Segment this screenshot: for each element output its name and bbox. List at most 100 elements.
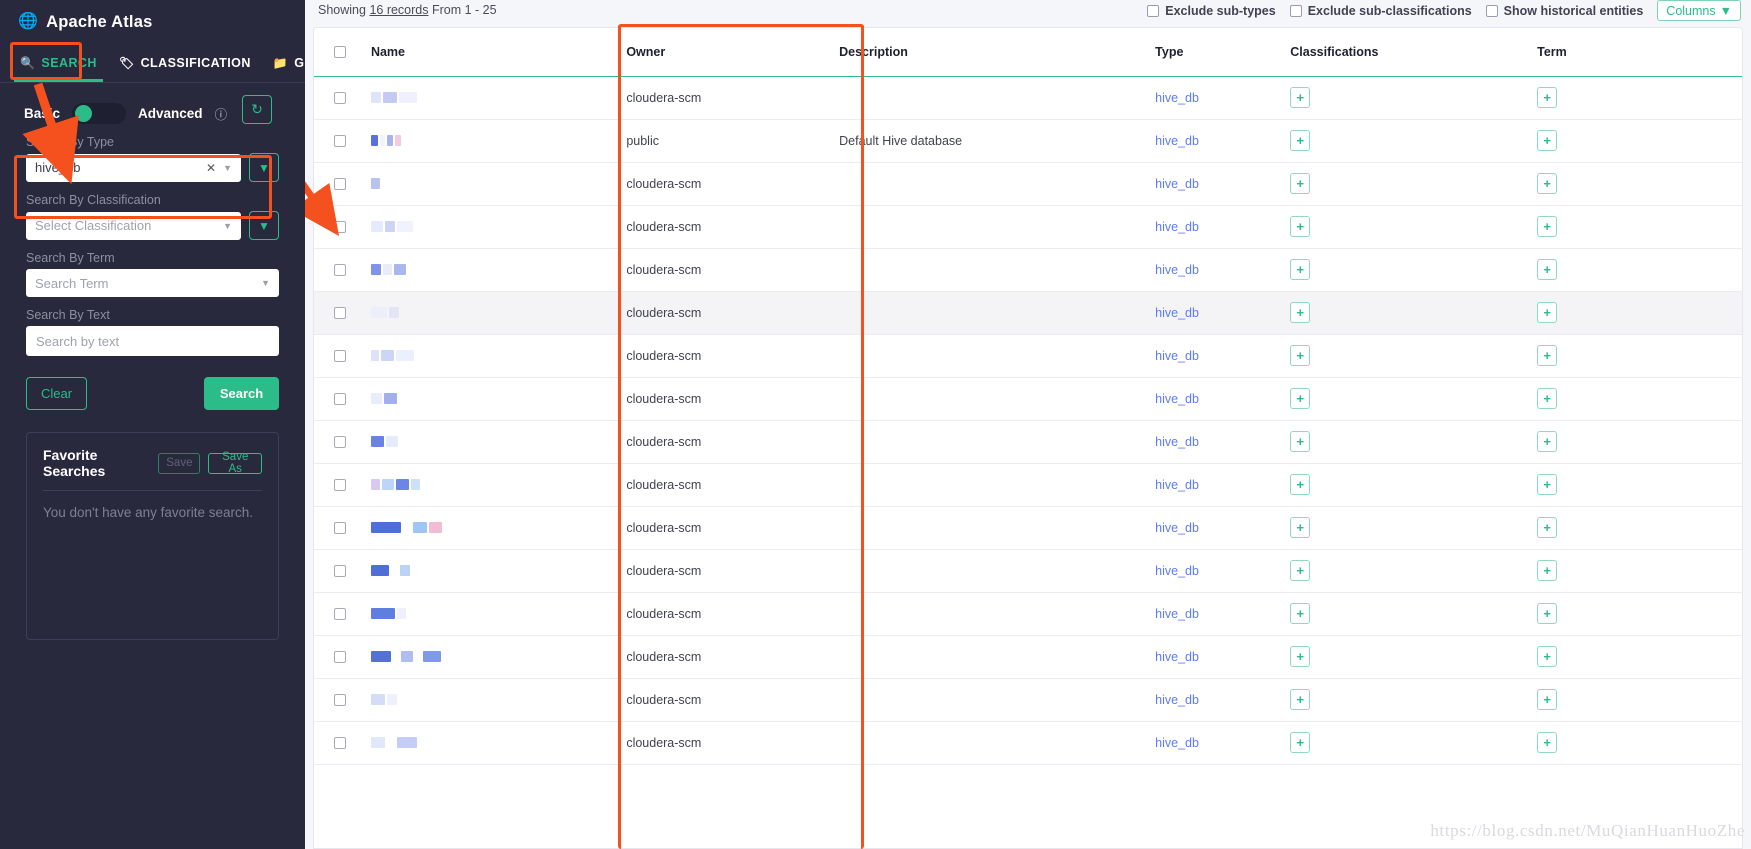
add-classification-button[interactable]: +: [1290, 689, 1311, 710]
add-term-button[interactable]: +: [1537, 259, 1558, 280]
add-term-button[interactable]: +: [1537, 216, 1558, 237]
add-classification-button[interactable]: +: [1290, 388, 1311, 409]
type-link[interactable]: hive_db: [1155, 306, 1199, 320]
cell-name[interactable]: [363, 119, 618, 162]
type-link[interactable]: hive_db: [1155, 650, 1199, 664]
search-by-classification-select[interactable]: Select Classification ▼: [26, 211, 241, 240]
add-classification-button[interactable]: +: [1290, 474, 1311, 495]
table-row[interactable]: cloudera-scm hive_db + +: [314, 162, 1742, 205]
add-term-button[interactable]: +: [1537, 732, 1558, 753]
row-checkbox[interactable]: [334, 607, 346, 620]
cell-name[interactable]: [363, 635, 618, 678]
type-link[interactable]: hive_db: [1155, 91, 1199, 105]
row-checkbox[interactable]: [334, 349, 346, 362]
column-header-description[interactable]: Description: [831, 28, 1148, 77]
table-row[interactable]: cloudera-scm hive_db + +: [314, 334, 1742, 377]
column-header-term[interactable]: Term: [1529, 28, 1742, 77]
row-checkbox[interactable]: [334, 392, 346, 405]
save-button[interactable]: Save: [158, 452, 201, 474]
column-header-type[interactable]: Type: [1147, 28, 1283, 77]
add-classification-button[interactable]: +: [1290, 517, 1311, 538]
refresh-button[interactable]: ↻: [242, 95, 272, 124]
add-classification-button[interactable]: +: [1290, 302, 1311, 323]
add-classification-button[interactable]: +: [1290, 603, 1311, 624]
cell-name[interactable]: [363, 549, 618, 592]
tab-classification[interactable]: 🏷 CLASSIFICATION: [109, 44, 261, 82]
search-by-type-select[interactable]: hive_db ✕ ▼: [26, 153, 241, 182]
cell-name[interactable]: [363, 377, 618, 420]
add-term-button[interactable]: +: [1537, 517, 1558, 538]
table-row[interactable]: cloudera-scm hive_db + +: [314, 291, 1742, 334]
exclude-sub-types-checkbox[interactable]: Exclude sub-types: [1147, 4, 1276, 18]
add-term-button[interactable]: +: [1537, 646, 1558, 667]
cell-name[interactable]: [363, 205, 618, 248]
add-classification-button[interactable]: +: [1290, 259, 1311, 280]
row-checkbox[interactable]: [334, 134, 346, 147]
show-historical-entities-checkbox[interactable]: Show historical entities: [1485, 4, 1643, 18]
cell-name[interactable]: [363, 420, 618, 463]
add-term-button[interactable]: +: [1537, 560, 1558, 581]
type-link[interactable]: hive_db: [1155, 134, 1199, 148]
row-checkbox[interactable]: [334, 220, 346, 233]
cell-name[interactable]: [363, 162, 618, 205]
cell-name[interactable]: [363, 248, 618, 291]
table-row[interactable]: cloudera-scm hive_db + +: [314, 248, 1742, 291]
search-by-text-input[interactable]: [26, 326, 279, 356]
row-checkbox[interactable]: [334, 435, 346, 448]
add-classification-button[interactable]: +: [1290, 560, 1311, 581]
add-term-button[interactable]: +: [1537, 388, 1558, 409]
search-button[interactable]: Search: [204, 377, 279, 410]
type-link[interactable]: hive_db: [1155, 736, 1199, 750]
type-link[interactable]: hive_db: [1155, 693, 1199, 707]
save-as-button[interactable]: Save As: [208, 451, 262, 475]
row-checkbox[interactable]: [334, 650, 346, 663]
add-term-button[interactable]: +: [1537, 474, 1558, 495]
table-row[interactable]: cloudera-scm hive_db + +: [314, 76, 1742, 119]
exclude-sub-classifications-checkbox[interactable]: Exclude sub-classifications: [1289, 4, 1472, 18]
add-classification-button[interactable]: +: [1290, 87, 1311, 108]
type-link[interactable]: hive_db: [1155, 220, 1199, 234]
row-checkbox[interactable]: [334, 263, 346, 276]
type-link[interactable]: hive_db: [1155, 349, 1199, 363]
cell-name[interactable]: [363, 463, 618, 506]
add-classification-button[interactable]: +: [1290, 732, 1311, 753]
add-term-button[interactable]: +: [1537, 689, 1558, 710]
cell-name[interactable]: [363, 506, 618, 549]
type-link[interactable]: hive_db: [1155, 607, 1199, 621]
table-row[interactable]: public Default Hive database hive_db + +: [314, 119, 1742, 162]
add-classification-button[interactable]: +: [1290, 345, 1311, 366]
type-link[interactable]: hive_db: [1155, 564, 1199, 578]
cell-name[interactable]: [363, 678, 618, 721]
row-checkbox[interactable]: [334, 521, 346, 534]
table-row[interactable]: cloudera-scm hive_db + +: [314, 592, 1742, 635]
add-classification-button[interactable]: +: [1290, 216, 1311, 237]
table-row[interactable]: cloudera-scm hive_db + +: [314, 721, 1742, 764]
table-row[interactable]: cloudera-scm hive_db + +: [314, 506, 1742, 549]
type-link[interactable]: hive_db: [1155, 521, 1199, 535]
table-row[interactable]: cloudera-scm hive_db + +: [314, 678, 1742, 721]
add-term-button[interactable]: +: [1537, 302, 1558, 323]
table-row[interactable]: cloudera-scm hive_db + +: [314, 420, 1742, 463]
column-header-name[interactable]: Name: [362, 28, 619, 77]
table-row[interactable]: cloudera-scm hive_db + +: [314, 549, 1742, 592]
type-link[interactable]: hive_db: [1155, 177, 1199, 191]
select-all-checkbox[interactable]: [334, 45, 346, 58]
cell-name[interactable]: [363, 334, 618, 377]
add-term-button[interactable]: +: [1537, 87, 1558, 108]
cell-name[interactable]: [363, 592, 618, 635]
tab-search[interactable]: 🔍 SEARCH: [10, 44, 107, 82]
columns-button[interactable]: Columns ▼: [1657, 0, 1741, 21]
type-filter-button[interactable]: ▼: [249, 153, 279, 182]
clear-button[interactable]: Clear: [26, 377, 87, 410]
add-term-button[interactable]: +: [1537, 130, 1558, 151]
row-checkbox[interactable]: [334, 177, 346, 190]
column-header-owner[interactable]: Owner: [618, 28, 832, 77]
column-header-classifications[interactable]: Classifications: [1282, 28, 1530, 77]
add-classification-button[interactable]: +: [1290, 130, 1311, 151]
row-checkbox[interactable]: [334, 693, 346, 706]
cell-name[interactable]: [363, 291, 618, 334]
question-circle-icon[interactable]: ⓘ: [215, 104, 228, 123]
row-checkbox[interactable]: [334, 306, 346, 319]
table-row[interactable]: cloudera-scm hive_db + +: [314, 205, 1742, 248]
type-link[interactable]: hive_db: [1155, 478, 1199, 492]
